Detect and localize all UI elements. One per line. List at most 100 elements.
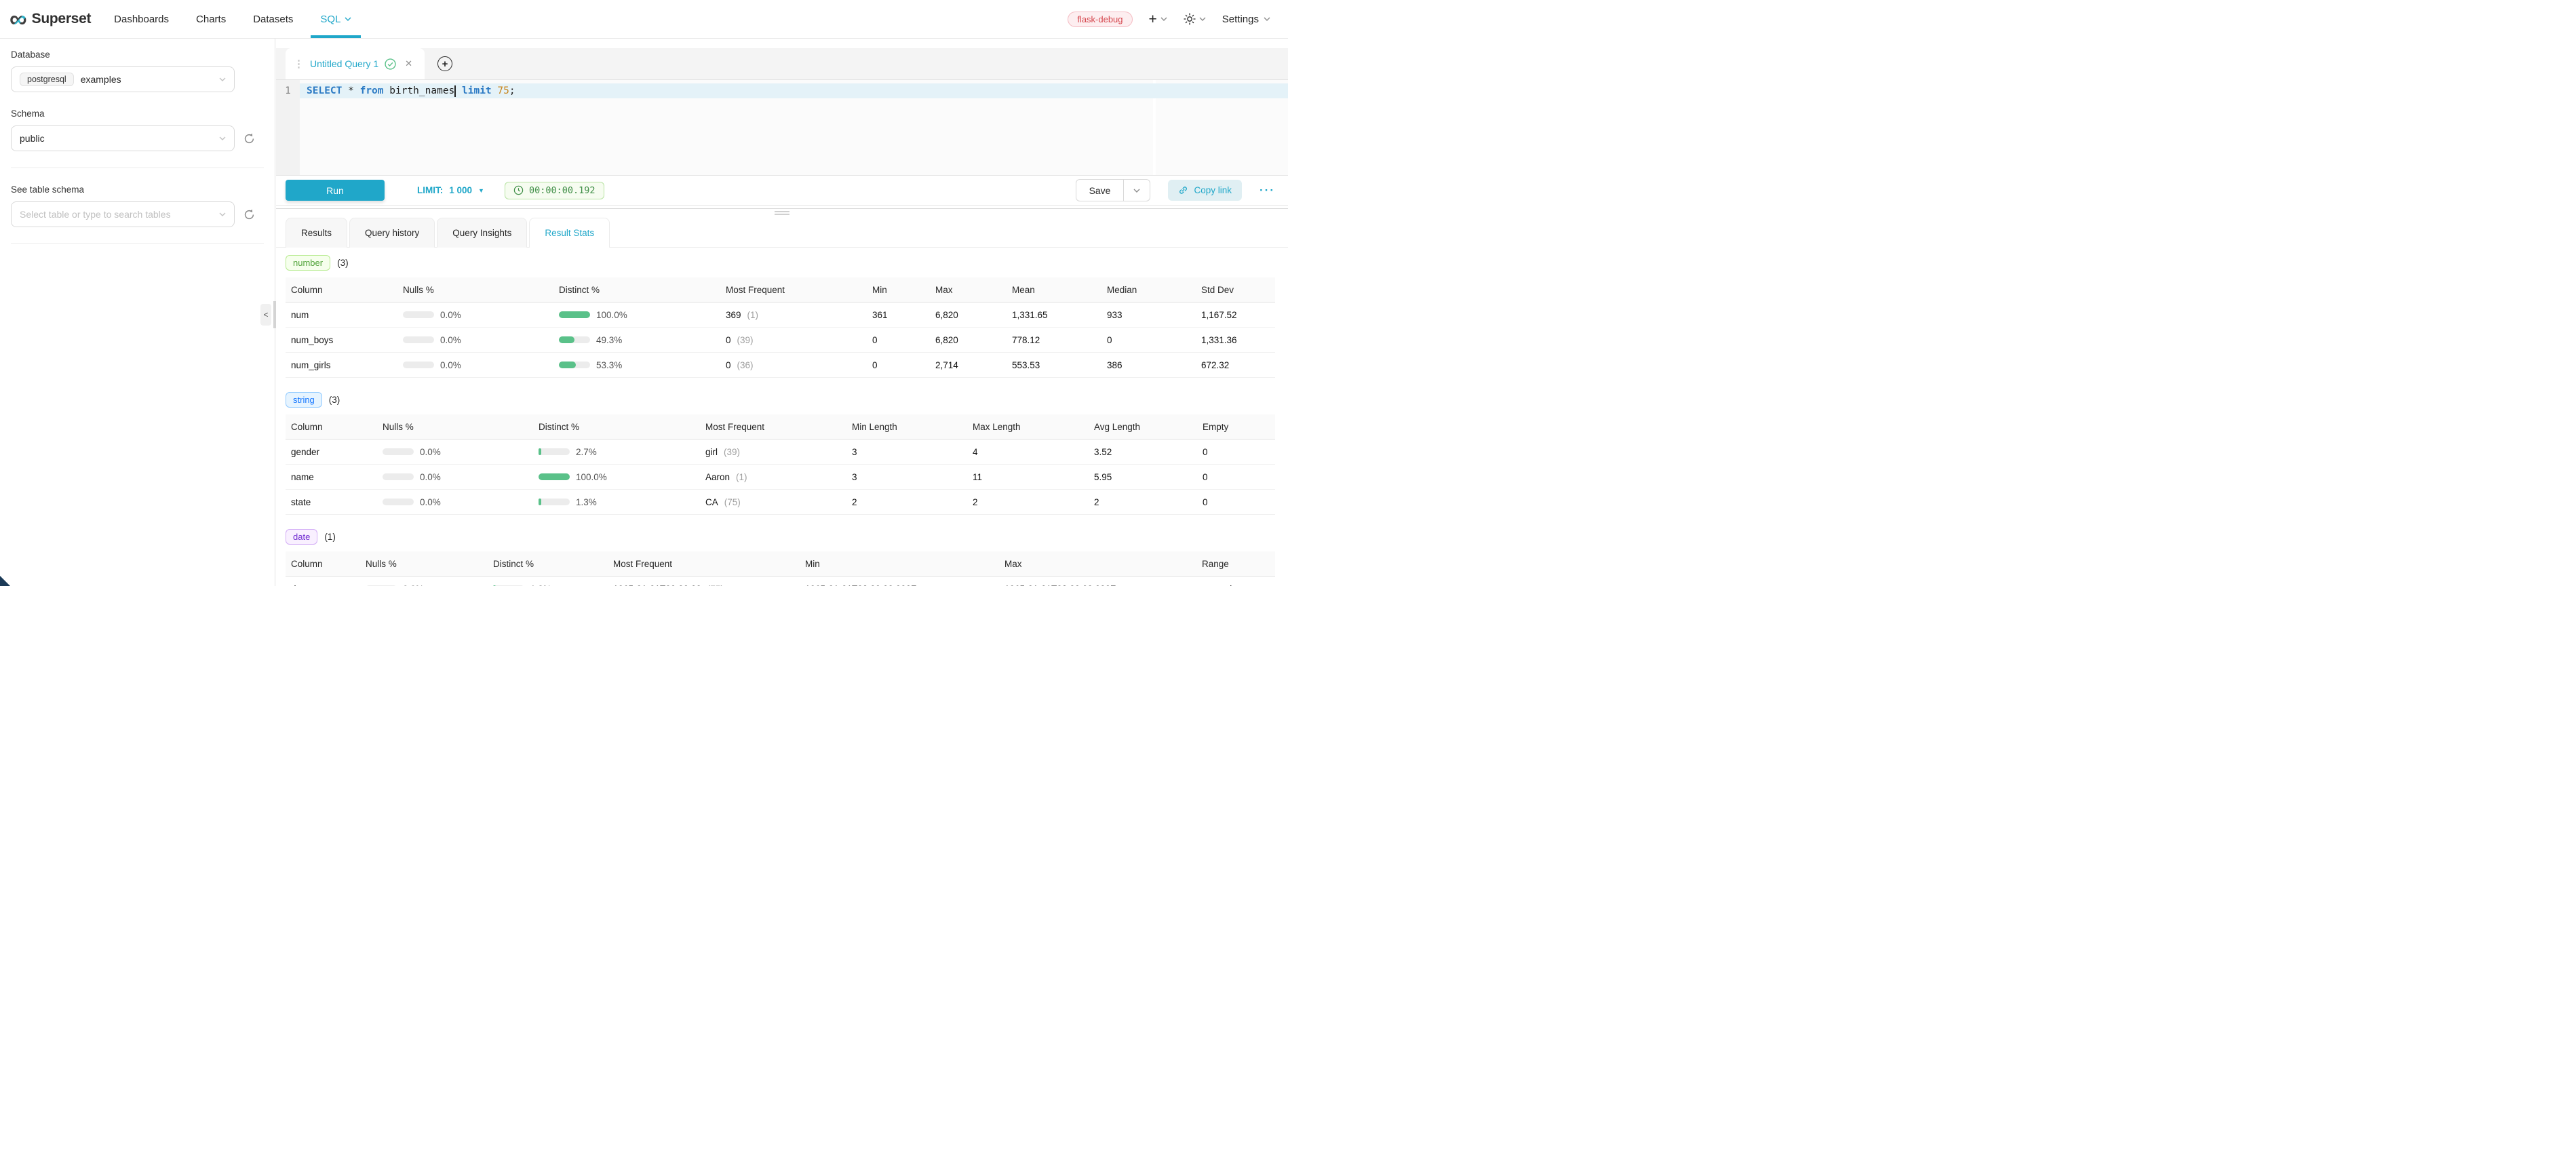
line-number: 1 bbox=[276, 83, 300, 98]
table-cell: 0 bbox=[1197, 447, 1275, 457]
table-cell: 11 bbox=[967, 472, 1089, 482]
result-tab-query-insights[interactable]: Query Insights bbox=[437, 218, 527, 248]
column-header: Column bbox=[286, 285, 397, 295]
sidebar-collapse-button[interactable]: < bbox=[260, 304, 271, 326]
table-select[interactable]: Select table or type to search tables bbox=[11, 201, 235, 227]
table-cell: num_girls bbox=[286, 360, 397, 370]
column-header: Most Frequent bbox=[720, 285, 867, 295]
close-icon[interactable]: ✕ bbox=[405, 58, 412, 69]
progress-bar bbox=[403, 362, 434, 368]
cell-value: 0 bbox=[726, 360, 731, 370]
chevron-down-icon bbox=[1199, 17, 1206, 21]
save-dropdown-button[interactable] bbox=[1123, 180, 1150, 201]
add-query-tab-button[interactable]: + bbox=[437, 56, 452, 71]
copy-link-button[interactable]: Copy link bbox=[1168, 180, 1242, 201]
column-header: Min Length bbox=[846, 422, 967, 432]
column-count: (3) bbox=[337, 258, 349, 268]
theme-menu[interactable] bbox=[1184, 13, 1206, 25]
nav-item-dashboards[interactable]: Dashboards bbox=[114, 0, 169, 38]
type-badge-number: number bbox=[286, 255, 330, 271]
percent-label: 53.3% bbox=[596, 360, 622, 370]
type-badge-string: string bbox=[286, 392, 322, 408]
section-header: date(1) bbox=[286, 529, 1275, 545]
table-cell: 0(39) bbox=[720, 335, 867, 345]
column-header: Max Length bbox=[967, 422, 1089, 432]
query-tab[interactable]: ⋮ Untitled Query 1 ✕ bbox=[286, 48, 425, 79]
result-tab-results[interactable]: Results bbox=[286, 218, 347, 248]
table-cell: 1.3% bbox=[488, 584, 608, 587]
table-cell: 1,331.65 bbox=[1007, 310, 1101, 320]
sql-token bbox=[492, 85, 498, 96]
result-tab-query-history[interactable]: Query history bbox=[349, 218, 435, 248]
percent-label: 0.0% bbox=[440, 310, 461, 320]
superset-logo[interactable]: ∞ Superset bbox=[9, 9, 91, 29]
column-header: Distinct % bbox=[488, 559, 608, 569]
percent-label: 0.0% bbox=[420, 497, 441, 507]
cell-value: 369 bbox=[726, 310, 741, 320]
drag-grip-icon[interactable]: ⋮ bbox=[294, 58, 304, 70]
nav-item-charts[interactable]: Charts bbox=[196, 0, 226, 38]
new-item-menu[interactable]: + bbox=[1149, 12, 1167, 26]
sql-code-editor[interactable]: 1 SELECT * from birth_names limit 75; bbox=[276, 79, 1288, 175]
table-cell: 0 bbox=[867, 335, 930, 345]
percent-label: 1.3% bbox=[530, 584, 551, 587]
table-cell: 0 bbox=[867, 360, 930, 370]
table-cell: 2.7% bbox=[533, 447, 700, 457]
query-tab-strip: ⋮ Untitled Query 1 ✕ + bbox=[276, 48, 1288, 79]
table-cell: num bbox=[286, 310, 397, 320]
save-split-button: Save bbox=[1076, 179, 1151, 201]
splitter-drag-handle[interactable] bbox=[775, 211, 789, 216]
result-tab-result-stats[interactable]: Result Stats bbox=[529, 218, 610, 248]
table-cell: 6,820 bbox=[930, 335, 1007, 345]
query-tab-title: Untitled Query 1 bbox=[310, 58, 378, 69]
table-cell: girl (39) bbox=[700, 447, 846, 457]
table-cell: state bbox=[286, 497, 377, 507]
column-header: Distinct % bbox=[533, 422, 700, 432]
table-cell: 0.0% bbox=[397, 335, 553, 345]
sql-token: ; bbox=[509, 85, 515, 96]
refresh-icon[interactable] bbox=[243, 208, 256, 221]
limit-dropdown[interactable]: LIMIT: 1 000 ▼ bbox=[417, 185, 484, 195]
progress-bar bbox=[559, 336, 590, 343]
refresh-icon[interactable] bbox=[243, 132, 256, 145]
run-button[interactable]: Run bbox=[286, 180, 385, 201]
table-row: num0.0%100.0%369(1)3616,8201,331.659331,… bbox=[286, 302, 1275, 328]
progress-fill bbox=[539, 448, 541, 455]
table-header-row: ColumnNulls %Distinct %Most FrequentMin … bbox=[286, 414, 1275, 440]
column-header: Mean bbox=[1007, 285, 1101, 295]
result-stats-content: number(3)ColumnNulls %Distinct %Most Fre… bbox=[276, 248, 1288, 586]
column-header: Nulls % bbox=[377, 422, 533, 432]
table-cell: 1965-01-01T00:00:00(75) bbox=[608, 584, 800, 587]
table-select-placeholder: Select table or type to search tables bbox=[20, 209, 171, 220]
cell-count: (39) bbox=[724, 447, 740, 457]
schema-select[interactable]: public bbox=[11, 125, 235, 151]
progress-fill bbox=[559, 362, 576, 368]
table-header-row: ColumnNulls %Distinct %Most FrequentMinM… bbox=[286, 551, 1275, 577]
table-cell: 53.3% bbox=[553, 360, 720, 370]
table-cell: same day bbox=[1196, 584, 1275, 587]
table-row: gender0.0%2.7%girl(39)343.520 bbox=[286, 440, 1275, 465]
sql-token: * bbox=[342, 85, 359, 96]
database-select[interactable]: postgresql examples bbox=[11, 66, 235, 92]
save-button[interactable]: Save bbox=[1076, 180, 1124, 201]
table-row: num_boys0.0%49.3%0(39)06,820778.1201,331… bbox=[286, 328, 1275, 353]
table-cell: 100.0% bbox=[533, 472, 700, 482]
more-options-button[interactable]: ··· bbox=[1260, 184, 1275, 197]
chevron-down-icon bbox=[1264, 17, 1270, 21]
column-header: Nulls % bbox=[397, 285, 553, 295]
column-count: (3) bbox=[329, 395, 340, 405]
percent-label: 0.0% bbox=[440, 360, 461, 370]
nav-item-datasets[interactable]: Datasets bbox=[253, 0, 293, 38]
cell-count: (75) bbox=[707, 584, 724, 587]
cell-value: girl bbox=[705, 447, 718, 457]
schema-value: public bbox=[20, 133, 45, 144]
table-cell: 0 bbox=[1197, 497, 1275, 507]
table-cell: 0.0% bbox=[377, 472, 533, 482]
nav-item-sql[interactable]: SQL bbox=[320, 0, 351, 38]
chevron-down-icon bbox=[219, 136, 226, 140]
table-cell: 1,167.52 bbox=[1196, 310, 1275, 320]
settings-menu[interactable]: Settings bbox=[1222, 14, 1270, 25]
environment-badge: flask-debug bbox=[1068, 12, 1132, 27]
percent-label: 2.7% bbox=[576, 447, 597, 457]
table-row: num_girls0.0%53.3%0(36)02,714553.5338667… bbox=[286, 353, 1275, 378]
